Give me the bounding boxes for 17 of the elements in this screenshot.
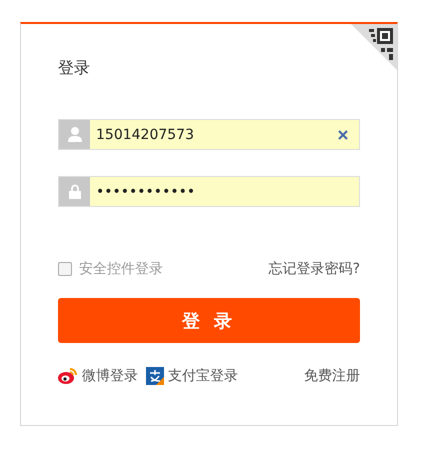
register-link[interactable]: 免费注册 — [304, 367, 360, 385]
checkbox[interactable] — [58, 262, 72, 276]
alipay-icon — [146, 367, 164, 385]
checkbox-label: 安全控件登录 — [79, 260, 163, 278]
lock-icon — [68, 184, 80, 199]
alipay-login-link[interactable]: 支付宝登录 — [168, 367, 238, 385]
username-input[interactable]: 15014207573 — [90, 120, 337, 149]
qr-code-icon[interactable] — [351, 24, 397, 70]
login-title: 登录 — [58, 58, 90, 79]
password-field[interactable]: •••••••••••• — [58, 176, 360, 207]
password-input[interactable]: •••••••••••• — [90, 177, 359, 206]
user-icon — [68, 127, 82, 142]
weibo-login-link[interactable]: 微博登录 — [82, 367, 138, 385]
clear-icon[interactable] — [337, 128, 349, 140]
forgot-password-link[interactable]: 忘记登录密码? — [268, 260, 360, 278]
weibo-icon — [58, 367, 78, 385]
username-field[interactable]: 15014207573 — [58, 119, 360, 150]
